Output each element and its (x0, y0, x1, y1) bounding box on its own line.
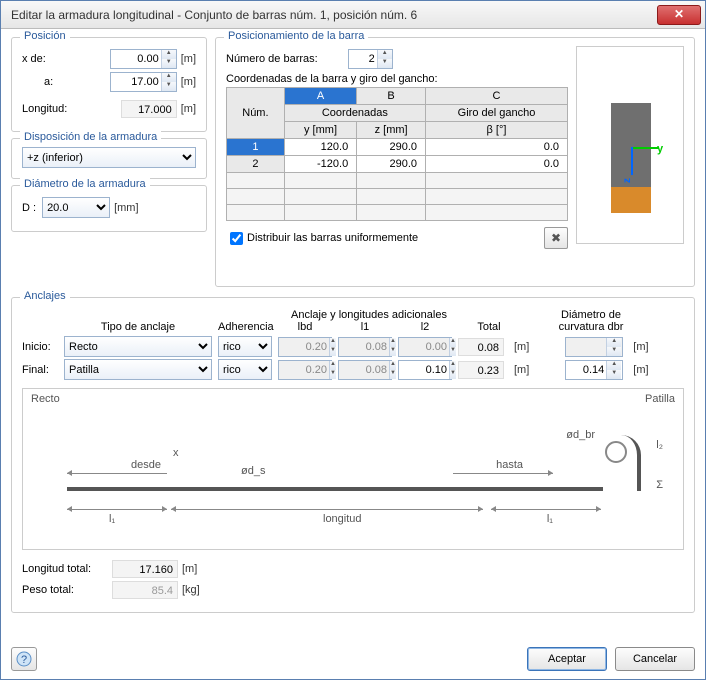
inicio-total: 0.08 (458, 338, 504, 356)
inicio-adh-select[interactable]: rico (218, 336, 272, 357)
peso-total-label: Peso total: (22, 584, 112, 596)
titlebar: Editar la armadura longitudinal - Conjun… (1, 1, 705, 29)
diametro-select[interactable]: 20.0 (42, 197, 110, 218)
coord-table[interactable]: Núm. A B C Coordenadas Giro del gancho (226, 87, 568, 221)
spin-down-icon[interactable]: ▼ (162, 59, 176, 68)
spin-down-icon[interactable]: ▼ (162, 82, 176, 91)
disposicion-legend: Disposición de la armadura (20, 131, 161, 143)
y-axis-label: y (657, 143, 663, 155)
final-adh-select[interactable]: rico (218, 359, 272, 380)
posicion-group: Posición x de: ▲▼ [m] a: (11, 37, 207, 132)
peso-total-value: 85.4 (112, 581, 178, 599)
distribuir-label: Distribuir las barras uniformemente (247, 232, 418, 244)
longitud-value: 17.000 (121, 100, 177, 118)
posicion-legend: Posición (20, 30, 70, 42)
delete-icon[interactable]: ✖ (544, 227, 568, 249)
inicio-l2: ▲▼ (398, 337, 452, 357)
disposicion-select[interactable]: +z (inferior) (22, 147, 196, 168)
table-row[interactable]: 1 120.0 290.0 0.0 (227, 139, 568, 156)
final-lbd: ▲▼ (278, 360, 332, 380)
inicio-tipo-select[interactable]: Recto (64, 336, 212, 357)
cancel-button[interactable]: Cancelar (615, 647, 695, 671)
window-title: Editar la armadura longitudinal - Conjun… (11, 8, 657, 22)
col-num: Núm. (227, 88, 285, 139)
final-tipo-select[interactable]: Patilla (64, 359, 212, 380)
section-preview: y z (576, 46, 684, 244)
diametro-legend: Diámetro de la armadura (20, 178, 150, 190)
distribuir-checkbox[interactable] (230, 232, 243, 245)
xde-input[interactable]: ▲▼ (110, 49, 177, 69)
unit-m: [m] (181, 53, 196, 65)
posicionamiento-group: Posicionamiento de la barra Número de ba… (215, 37, 695, 287)
coord-label: Coordenadas de la barra y giro del ganch… (226, 73, 568, 85)
table-row[interactable]: 2 -120.0 290.0 0.0 (227, 156, 568, 173)
disposicion-group: Disposición de la armadura +z (inferior) (11, 138, 207, 179)
col-c[interactable]: C (426, 88, 568, 105)
xde-label: x de: (22, 53, 46, 65)
inicio-lbd: ▲▼ (278, 337, 332, 357)
numbarras-input[interactable]: ▲▼ (348, 49, 393, 69)
anchor-diagram: Recto Patilla ød_br desde x ød_s hasta l… (22, 388, 684, 550)
ok-button[interactable]: Aceptar (527, 647, 607, 671)
numbarras-label: Número de barras: (226, 53, 318, 65)
spin-up-icon[interactable]: ▲ (162, 73, 176, 82)
diametro-group: Diámetro de la armadura D : 20.0 [mm] (11, 185, 207, 232)
spin-up-icon[interactable]: ▲ (162, 50, 176, 59)
col-b[interactable]: B (357, 88, 426, 105)
col-a[interactable]: A (284, 88, 356, 105)
z-axis-label: z (622, 178, 633, 183)
final-total: 0.23 (458, 361, 504, 379)
help-icon: ? (16, 651, 32, 667)
final-l1: ▲▼ (338, 360, 392, 380)
longitud-label: Longitud: (22, 103, 67, 115)
longitud-total-label: Longitud total: (22, 563, 112, 575)
close-button[interactable]: ✕ (657, 5, 701, 25)
inicio-l1: ▲▼ (338, 337, 392, 357)
inicio-dbr: ▲▼ (565, 337, 623, 357)
anclajes-group: Anclajes Tipo de anclaje Adherencia Ancl… (11, 297, 695, 613)
final-l2[interactable]: ▲▼ (398, 360, 452, 380)
a-input[interactable]: ▲▼ (110, 72, 177, 92)
final-dbr[interactable]: ▲▼ (565, 360, 623, 380)
help-button[interactable]: ? (11, 647, 37, 671)
a-label: a: (22, 76, 53, 88)
d-label: D : (22, 202, 36, 214)
svg-text:?: ? (21, 654, 27, 666)
longitud-total-value: 17.160 (112, 560, 178, 578)
